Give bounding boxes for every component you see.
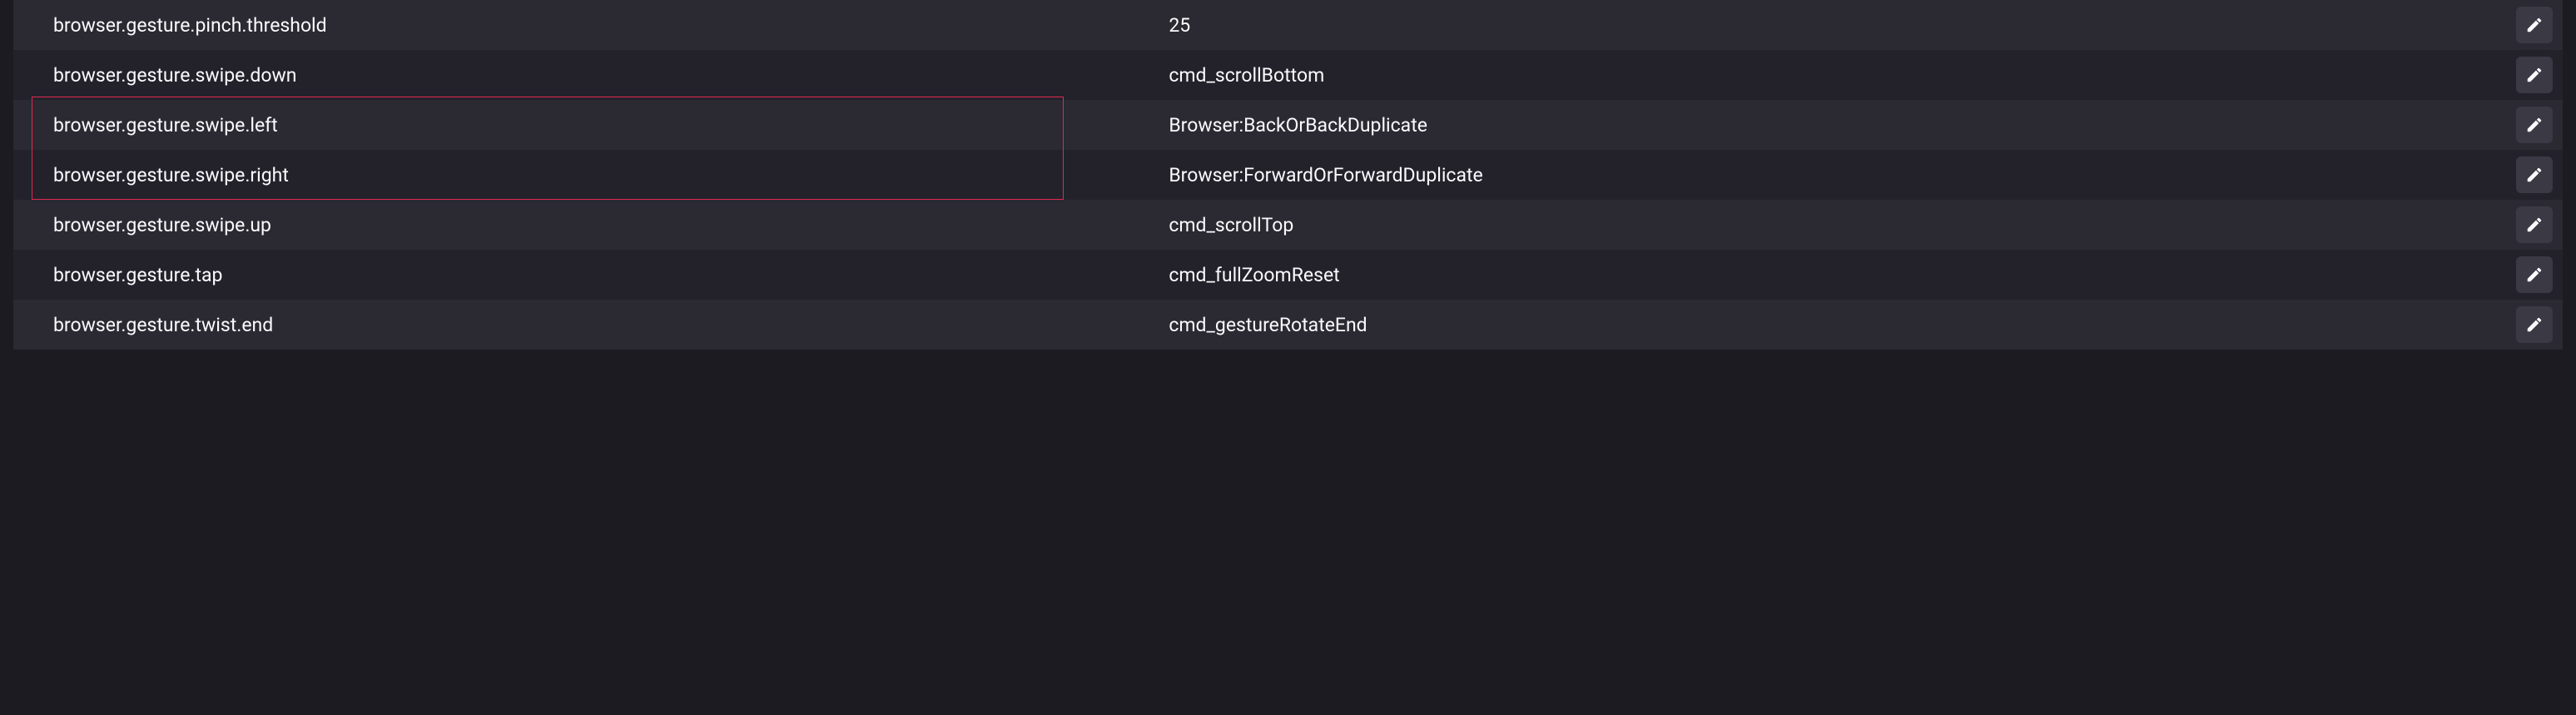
table-row: browser.gesture.pinch.threshold 25 xyxy=(13,0,2563,50)
pref-value: Browser:ForwardOrForwardDuplicate xyxy=(1160,164,2506,186)
table-row: browser.gesture.swipe.right Browser:Forw… xyxy=(13,150,2563,200)
edit-button[interactable] xyxy=(2516,107,2553,143)
edit-button[interactable] xyxy=(2516,206,2553,243)
table-row: browser.gesture.swipe.down cmd_scrollBot… xyxy=(13,50,2563,100)
edit-button[interactable] xyxy=(2516,7,2553,43)
pencil-icon xyxy=(2525,216,2544,234)
row-actions xyxy=(2506,57,2563,93)
pencil-icon xyxy=(2525,315,2544,334)
pencil-icon xyxy=(2525,66,2544,84)
edit-button[interactable] xyxy=(2516,156,2553,193)
row-actions xyxy=(2506,156,2563,193)
edit-button[interactable] xyxy=(2516,256,2553,293)
row-actions xyxy=(2506,107,2563,143)
pref-name: browser.gesture.tap xyxy=(13,264,1160,286)
table-row: browser.gesture.swipe.up cmd_scrollTop xyxy=(13,200,2563,250)
pref-name: browser.gesture.swipe.right xyxy=(13,164,1160,186)
pref-name: browser.gesture.twist.end xyxy=(13,314,1160,336)
edit-button[interactable] xyxy=(2516,57,2553,93)
pref-value: Browser:BackOrBackDuplicate xyxy=(1160,114,2506,137)
table-row: browser.gesture.swipe.left Browser:BackO… xyxy=(13,100,2563,150)
pref-value: cmd_scrollBottom xyxy=(1160,64,2506,87)
pref-value: cmd_fullZoomReset xyxy=(1160,264,2506,286)
pref-name: browser.gesture.pinch.threshold xyxy=(13,14,1160,37)
edit-button[interactable] xyxy=(2516,306,2553,343)
pref-name: browser.gesture.swipe.left xyxy=(13,114,1160,137)
table-row: browser.gesture.twist.end cmd_gestureRot… xyxy=(13,300,2563,350)
row-actions xyxy=(2506,256,2563,293)
pref-value: cmd_gestureRotateEnd xyxy=(1160,314,2506,336)
pref-value: 25 xyxy=(1160,14,2506,37)
table-row: browser.gesture.tap cmd_fullZoomReset xyxy=(13,250,2563,300)
pref-table: browser.gesture.pinch.threshold 25 brows… xyxy=(0,0,2576,350)
row-actions xyxy=(2506,306,2563,343)
pref-name: browser.gesture.swipe.down xyxy=(13,64,1160,87)
pencil-icon xyxy=(2525,116,2544,134)
row-actions xyxy=(2506,7,2563,43)
row-actions xyxy=(2506,206,2563,243)
pencil-icon xyxy=(2525,266,2544,284)
pref-name: browser.gesture.swipe.up xyxy=(13,214,1160,236)
pencil-icon xyxy=(2525,16,2544,34)
pencil-icon xyxy=(2525,166,2544,184)
pref-value: cmd_scrollTop xyxy=(1160,214,2506,236)
